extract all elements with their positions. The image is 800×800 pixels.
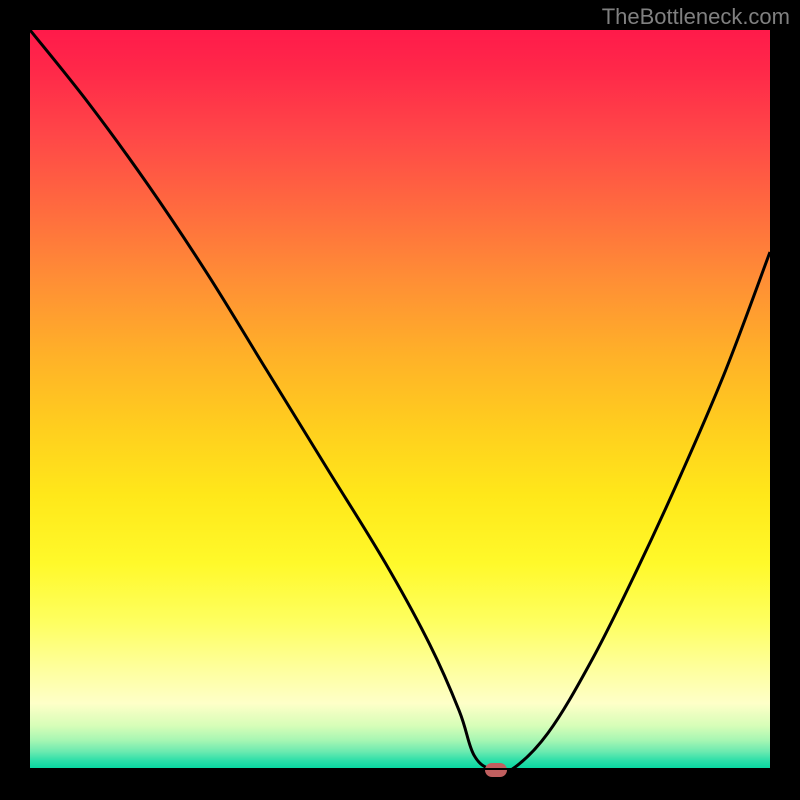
attribution-label: TheBottleneck.com xyxy=(602,4,790,30)
x-axis xyxy=(30,768,770,770)
optimal-point-marker xyxy=(485,763,507,777)
chart-plot-area xyxy=(30,30,770,770)
bottleneck-curve xyxy=(30,30,770,770)
